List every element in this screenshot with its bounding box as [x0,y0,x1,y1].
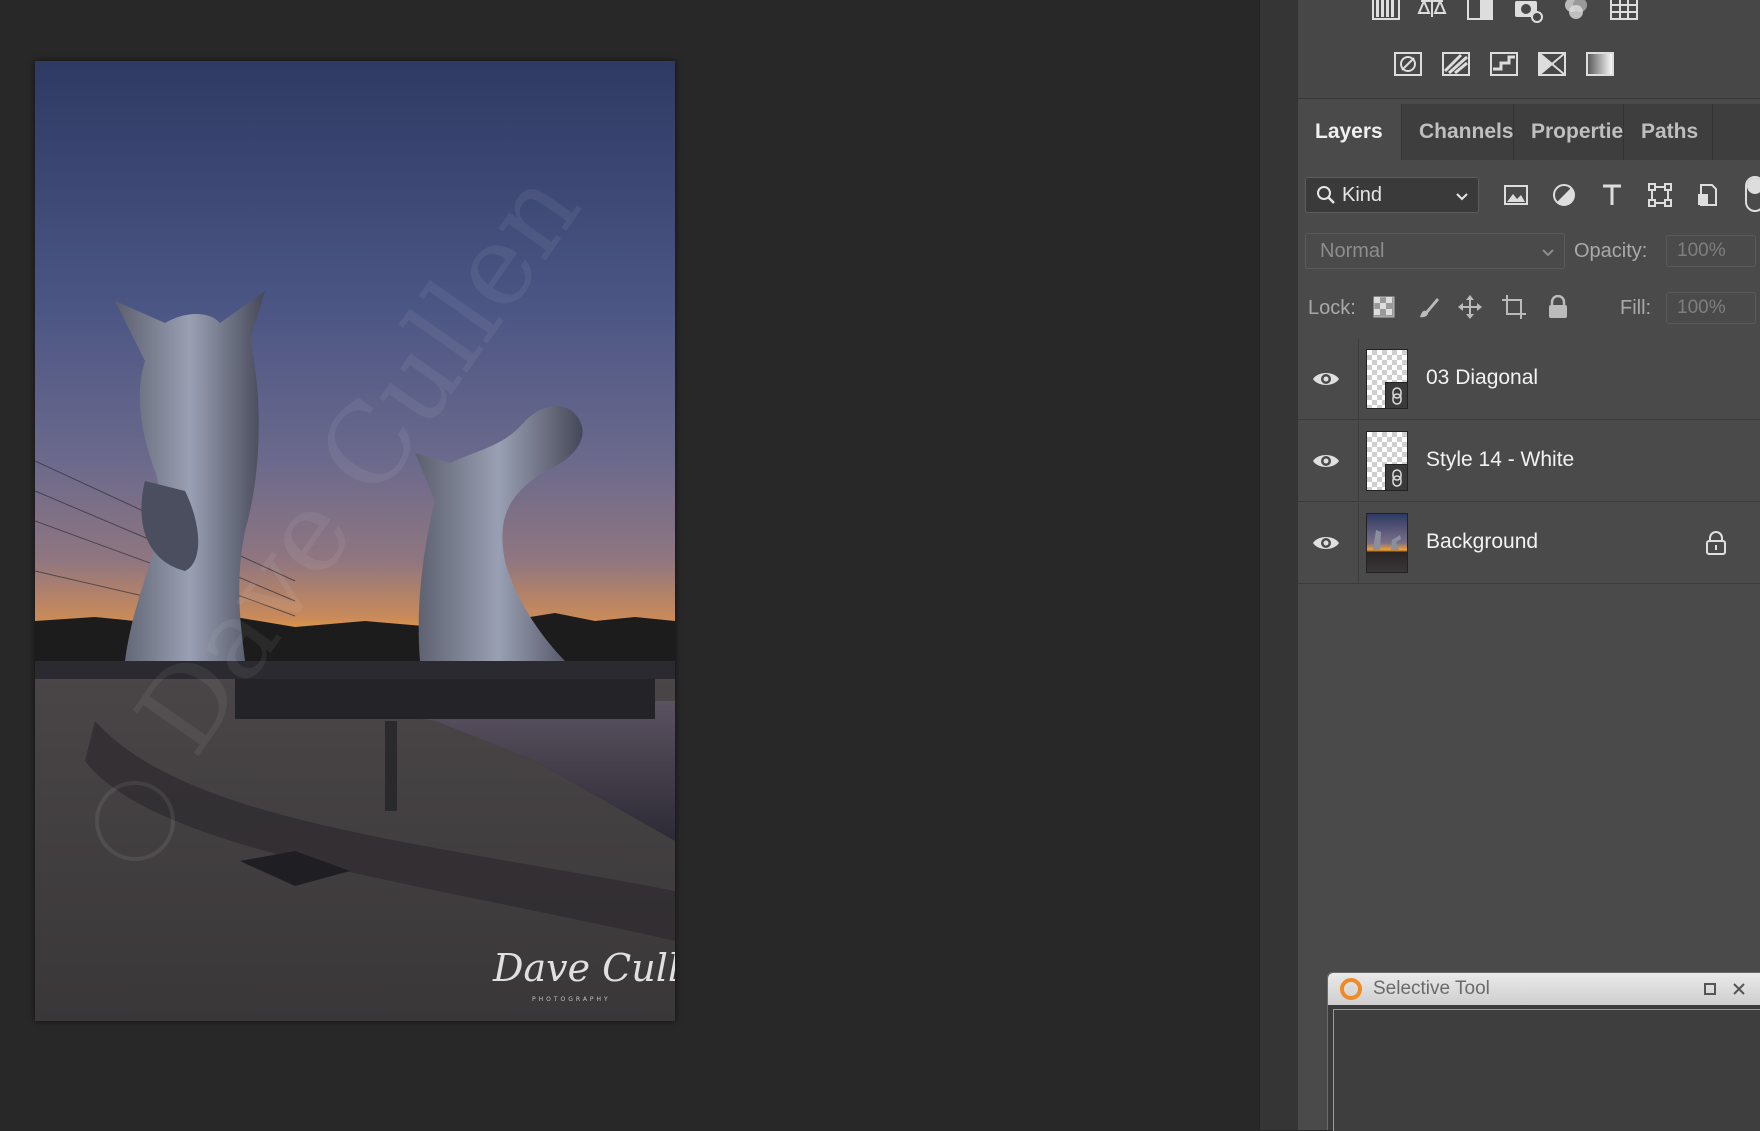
lock-all-icon[interactable] [1544,293,1572,321]
svg-text:PHOTOGRAPHY: PHOTOGRAPHY [532,996,611,1003]
layer-thumbnail [1366,431,1408,491]
layer-lock-icon[interactable] [1705,530,1727,561]
layer-divider [1358,421,1359,501]
gradient-map-icon[interactable] [1584,50,1616,78]
grid-icon[interactable] [1608,0,1640,24]
chevron-down-icon [1540,243,1556,266]
selective-tool-titlebar[interactable]: Selective Tool [1328,973,1760,1005]
chevron-down-icon [1454,187,1470,210]
filter-adjustment-layers-icon[interactable] [1549,180,1579,210]
layer-name: 03 Diagonal [1426,366,1539,389]
smart-object-icon [1385,382,1407,408]
layer-row-03-diagonal[interactable]: 03 Diagonal [1298,339,1760,420]
invert-icon[interactable] [1392,50,1424,78]
filter-shape-layers-icon[interactable] [1645,180,1675,210]
posterize-icon[interactable] [1440,50,1472,78]
document-image[interactable]: Dave Cullen Dave Cullen PHOTOGRAPHY [35,61,675,1021]
search-icon [1316,185,1336,205]
fill-value: 100% [1677,297,1726,318]
right-panel: Layers Channels Propertie Paths Kind Nor… [1298,0,1760,1130]
selective-tool-body [1333,1009,1760,1131]
lock-transparent-pixels-icon[interactable] [1370,293,1398,321]
adjustments-panel [1298,0,1760,99]
layer-name: Style 14 - White [1426,448,1575,471]
opacity-field[interactable]: 100% [1666,235,1756,267]
visibility-eye-icon[interactable] [1310,529,1342,557]
tab-properties[interactable]: Propertie [1514,104,1624,160]
blend-mode-select[interactable]: Normal [1305,233,1565,269]
layer-divider [1358,503,1359,583]
opacity-label: Opacity: [1574,240,1648,262]
layer-name: Background [1426,530,1539,553]
tab-paths[interactable]: Paths [1624,104,1713,160]
layer-row-style-14-white[interactable]: Style 14 - White [1298,421,1760,502]
tab-layers[interactable]: Layers [1298,104,1402,160]
layer-divider [1358,339,1359,419]
layer-row-background[interactable]: Background [1298,503,1760,584]
smart-object-icon [1385,464,1407,490]
threshold-icon[interactable] [1488,50,1520,78]
lock-artboard-icon[interactable] [1500,293,1528,321]
fill-label: Fill: [1620,297,1652,319]
close-icon[interactable] [1729,979,1749,999]
visibility-eye-icon[interactable] [1310,365,1342,393]
curves-balance-icon[interactable] [1416,0,1448,24]
filter-type-layers-icon[interactable] [1597,180,1627,210]
layer-thumbnail [1366,349,1408,409]
panel-dock-gutter[interactable] [1259,0,1299,1130]
panel-tabs: Layers Channels Propertie Paths [1298,104,1760,160]
visibility-eye-icon[interactable] [1310,447,1342,475]
camera-raw-icon[interactable] [1512,0,1544,24]
blend-mode-value: Normal [1320,239,1385,262]
layer-thumbnail [1366,513,1408,573]
svg-text:Dave Cullen: Dave Cullen [492,946,675,990]
opacity-value: 100% [1677,240,1726,261]
layer-filter-row: Kind [1298,174,1760,216]
maximize-icon[interactable] [1700,979,1720,999]
channel-mixer-icon[interactable] [1560,0,1592,24]
kind-filter-select[interactable]: Kind [1305,177,1479,213]
blend-row: Normal Opacity: 100% [1298,232,1760,272]
lock-label: Lock: [1308,297,1356,319]
lock-row: Lock: Fill: 100% [1298,288,1760,328]
lock-image-pixels-icon[interactable] [1414,293,1442,321]
kelpies-sunset-photo: Dave Cullen Dave Cullen PHOTOGRAPHY [35,61,675,1021]
lock-position-icon[interactable] [1456,293,1484,321]
document-canvas-area[interactable]: Dave Cullen Dave Cullen PHOTOGRAPHY [0,0,1259,1130]
kind-filter-label: Kind [1342,183,1383,206]
selective-color-icon[interactable] [1536,50,1568,78]
selective-tool-title: Selective Tool [1373,978,1490,999]
levels-icon[interactable] [1370,0,1402,24]
selective-tool-panel: Selective Tool [1327,972,1760,1131]
fill-field[interactable]: 100% [1666,292,1756,324]
filter-toggle-icon[interactable] [1738,176,1760,212]
nik-logo-icon [1340,978,1362,1000]
filter-pixel-layers-icon[interactable] [1501,180,1531,210]
filter-smart-objects-icon[interactable] [1693,180,1723,210]
exposure-icon[interactable] [1464,0,1496,24]
tab-channels[interactable]: Channels [1402,104,1514,160]
